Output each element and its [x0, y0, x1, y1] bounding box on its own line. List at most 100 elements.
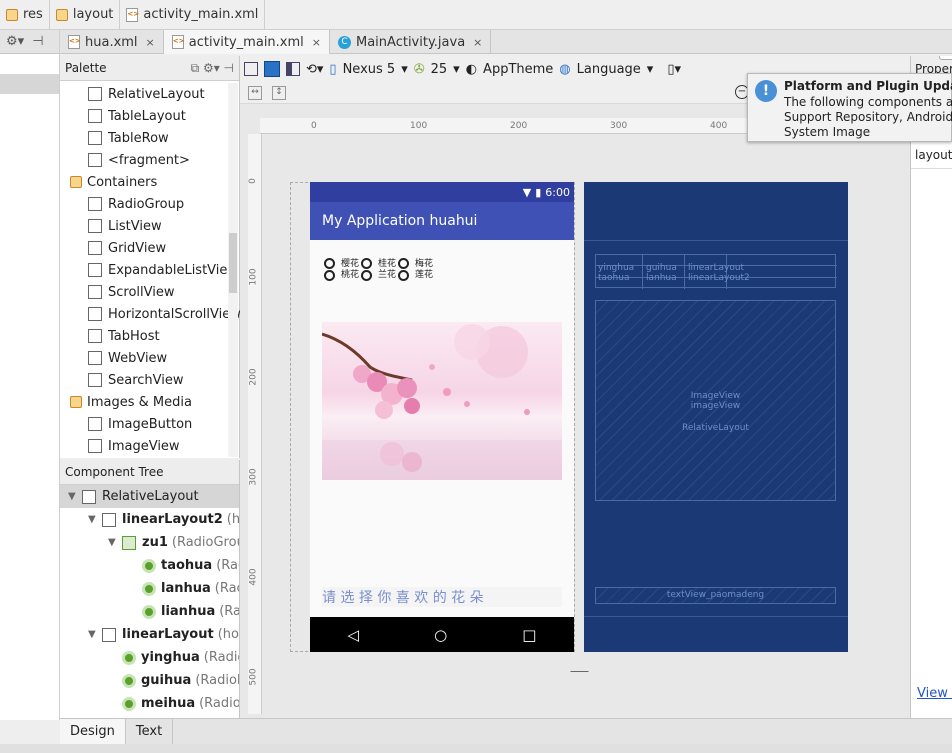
tab-main-activity[interactable]: C MainActivity.java ×	[330, 30, 492, 54]
tree-item-type: (hor	[226, 512, 240, 527]
palette-item[interactable]: ImageButton	[60, 413, 239, 435]
recents-icon[interactable]: □	[522, 626, 536, 644]
widget-icon	[88, 219, 102, 233]
rotate-icon[interactable]: ⟲▾	[306, 62, 323, 77]
palette-scroll-thumb[interactable]	[229, 233, 237, 293]
tab-text[interactable]: Text	[126, 719, 174, 744]
tree-item[interactable]: ▼ linearLayout2(hor	[60, 508, 239, 531]
project-selected-row[interactable]	[0, 74, 59, 94]
palette-item[interactable]: SearchView	[60, 369, 239, 391]
blueprint-label: RelativeLayout	[682, 423, 749, 433]
layout-mode-icon[interactable]	[244, 62, 258, 76]
editor-mode-tabs: Design Text	[60, 718, 952, 744]
tree-item[interactable]: taohua(Rac	[60, 554, 239, 577]
palette-item[interactable]: <fragment>	[60, 149, 239, 171]
palette-item[interactable]: ImageView	[60, 435, 239, 457]
palette-item[interactable]: TabHost	[60, 325, 239, 347]
radio-label: 兰花	[378, 270, 397, 280]
phone-preview-icon[interactable]: ▯▾	[667, 62, 681, 77]
palette-item[interactable]: RadioGroup	[60, 193, 239, 215]
blueprint-mode-icon[interactable]	[264, 61, 280, 77]
palette-item-label: ScrollView	[108, 284, 175, 300]
palette-item[interactable]: RelativeLayout	[60, 83, 239, 105]
palette-item[interactable]: ExpandableListView	[60, 259, 239, 281]
vertical-ruler: 0 100 200 300 400 500	[248, 134, 262, 714]
tree-item[interactable]: lianhua (Ra	[60, 600, 239, 623]
view-all-link[interactable]: View a	[917, 686, 952, 701]
blueprint-label: ImageView	[690, 391, 741, 401]
expand-toggle-icon[interactable]: ▼	[88, 514, 102, 525]
blueprint-preview: yinghua guihua linearLayout taohua lanhu…	[584, 182, 848, 652]
palette-item[interactable]: WebView	[60, 347, 239, 369]
tree-item-name: zu1	[142, 535, 168, 550]
tree-item[interactable]: ▼ linearLayout(horiz	[60, 623, 239, 646]
tree-item[interactable]: lanhua(Rac	[60, 577, 239, 600]
both-mode-icon[interactable]	[286, 62, 300, 76]
tree-item-name: guihua	[141, 673, 192, 688]
palette-item[interactable]: TableRow	[60, 127, 239, 149]
tab-design[interactable]: Design	[60, 719, 126, 744]
palette-item[interactable]: Images & Media	[60, 391, 239, 413]
status-time: 6:00	[545, 185, 570, 199]
close-icon[interactable]: ×	[473, 36, 482, 49]
close-icon[interactable]: ×	[312, 36, 321, 49]
widget-icon	[88, 307, 102, 321]
expand-toggle-icon[interactable]: ▼	[68, 491, 82, 502]
breadcrumb-layout[interactable]: layout	[50, 0, 121, 30]
tree-item[interactable]: guihua(RadioE	[60, 669, 239, 692]
notification-line: The following components are	[784, 95, 952, 109]
api-selector[interactable]: 25	[431, 62, 448, 77]
theme-selector[interactable]: AppTheme	[483, 62, 553, 77]
palette-settings-icon[interactable]: ⧉ ⚙▾ ⊣	[191, 61, 234, 76]
widget-icon	[88, 241, 102, 255]
palette-item[interactable]: TableLayout	[60, 105, 239, 127]
project-panel: ⚙▾ ⊣	[0, 30, 60, 720]
app-bar: My Application huahui	[310, 202, 574, 240]
tree-item-type: (Rac	[214, 581, 239, 596]
resize-v-icon[interactable]: ↕	[272, 86, 286, 100]
palette-item[interactable]: ListView	[60, 215, 239, 237]
gear-icon[interactable]: ⚙▾	[6, 34, 24, 49]
radio-pair[interactable]: 梅花 莲花	[398, 258, 433, 282]
phone-preview: ▼ ▮ 6:00 My Application huahui 樱花 桃花 桂花 兰花 梅…	[310, 182, 574, 652]
tree-item[interactable]: yinghua(Radic	[60, 646, 239, 669]
breadcrumb-file[interactable]: activity_main.xml	[120, 0, 266, 30]
update-notification[interactable]: ! Platform and Plugin Update The followi…	[747, 73, 952, 142]
tab-hua-xml[interactable]: hua.xml ×	[60, 30, 164, 54]
palette-item[interactable]: ScrollView	[60, 281, 239, 303]
palette-item-label: ImageView	[108, 438, 180, 454]
nav-bar: ◁ ○ □	[310, 617, 574, 652]
palette-scrollbar[interactable]	[228, 83, 238, 457]
marquee-text: 请 选 择 你 喜 欢 的 花 朵	[322, 587, 562, 607]
device-icon[interactable]: ▯	[329, 62, 336, 77]
radio-pair[interactable]: 樱花 桃花	[324, 258, 359, 282]
expand-toggle-icon[interactable]: ▼	[108, 537, 122, 548]
tree-item[interactable]: ▼ zu1 (RadioGrou	[60, 531, 239, 554]
device-selector[interactable]: Nexus 5	[343, 62, 396, 77]
breadcrumb-res[interactable]: res	[0, 0, 50, 30]
palette-item-label: Containers	[87, 174, 158, 190]
language-selector[interactable]: Language	[577, 62, 641, 77]
widget-icon	[88, 87, 102, 101]
widget-icon	[88, 329, 102, 343]
tree-item[interactable]: meihua (Radiol	[60, 692, 239, 715]
tree-item[interactable]: ▼ RelativeLayout	[60, 485, 239, 508]
close-icon[interactable]: ×	[146, 36, 155, 49]
back-icon[interactable]: ◁	[348, 626, 360, 644]
xml-file-icon	[126, 7, 139, 22]
tab-activity-main[interactable]: activity_main.xml ×	[163, 30, 330, 54]
palette-item[interactable]: Containers	[60, 171, 239, 193]
expand-toggle-icon[interactable]: ▼	[88, 629, 102, 640]
blossom-illustration	[322, 324, 562, 480]
palette-item[interactable]: HorizontalScrollView	[60, 303, 241, 325]
pin-icon[interactable]: ⊣	[32, 34, 43, 49]
resize-h-icon[interactable]: ↔	[248, 86, 262, 100]
palette-item[interactable]: GridView	[60, 237, 239, 259]
panel-toggle-button[interactable]	[939, 56, 952, 60]
tree-item-type: (Radiol	[199, 696, 240, 711]
blueprint-radio-block: yinghua guihua linearLayout taohua lanhu…	[595, 254, 837, 289]
resize-handle-icon[interactable]	[570, 656, 604, 672]
home-icon[interactable]: ○	[434, 626, 447, 644]
radio-pair[interactable]: 桂花 兰花	[361, 258, 396, 282]
notification-title: Platform and Plugin Update	[784, 79, 952, 93]
